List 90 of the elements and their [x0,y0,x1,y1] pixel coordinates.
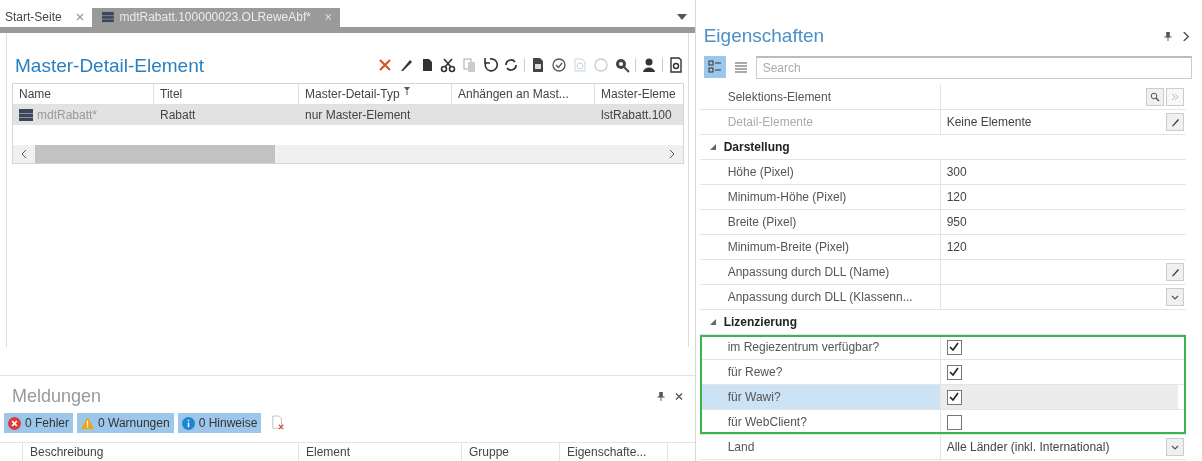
column-header[interactable]: Eigenschafte... [559,443,668,461]
property-name: Anpassung durch DLL (Klassenn... [699,285,941,309]
column-header[interactable]: Beschreibung [22,443,298,461]
filter-icon[interactable] [403,86,410,95]
property-value: 300 [946,165,967,179]
panel-title: Eigenschaften [703,25,825,47]
table-row[interactable]: mdtRabatt* Rabatt nur Master-Element lstRabatt.100 [13,104,683,125]
scroll-right-icon[interactable] [668,149,675,158]
filter-button[interactable]: 0 Hinweise [177,413,262,433]
info-icon [181,416,195,430]
property-name: Anpassung durch DLL (Name) [699,260,941,284]
categorized-view-button[interactable] [703,56,726,78]
expand-icon[interactable] [709,144,716,150]
error-icon [8,416,21,430]
delete-icon[interactable] [376,56,393,73]
property-value: Alle Länder (inkl. International) [946,440,1110,454]
category-label: Lizenzierung [723,315,797,329]
expand-icon[interactable] [709,319,716,325]
list-icon [733,60,748,74]
property-row[interactable]: im Regiezentrum verfügbar? [699,335,1186,360]
property-name: Selektions-Element [699,85,941,109]
property-row[interactable]: Anpassung durch DLL (Klassenn... [699,285,1186,310]
pen-icon [1169,267,1180,277]
check-circle-icon[interactable] [550,56,567,73]
table-cell: mdtRabatt* [13,104,154,125]
property-value: 120 [946,190,967,204]
double-chevron-icon [1169,92,1180,102]
table-cell: nur Master-Element [299,104,452,125]
scroll-left-icon[interactable] [21,149,27,158]
table-cell: Rabatt [154,104,299,125]
search-field[interactable]: Search [755,55,1192,79]
property-row[interactable]: Minimum-Höhe (Pixel) 120 [699,185,1186,210]
close-icon[interactable] [75,13,84,22]
column-header[interactable]: Gruppe [461,443,559,461]
property-row[interactable]: für Wawi? [699,385,1186,410]
property-row[interactable]: für WebClient? [699,410,1186,435]
categorized-icon [707,60,722,74]
property-name: Breite (Pixel) [699,210,941,234]
column-header[interactable]: Master-Eleme [595,83,683,104]
property-name: für WebClient? [699,410,941,434]
column-header[interactable]: Anhängen an Mast... [452,83,595,104]
column-header[interactable]: Titel [154,83,299,104]
property-name: für Wawi? [699,385,941,409]
property-name: für Rewe? [699,360,941,384]
property-row[interactable]: Selektions-Element [699,85,1186,110]
property-value: 950 [946,215,967,229]
property-row[interactable]: Höhe (Pixel) 300 [699,160,1186,185]
property-row[interactable]: Minimum-Breite (Pixel) 120 [699,235,1186,260]
horizontal-scrollbar[interactable] [13,144,683,163]
preview-icon[interactable] [667,56,684,73]
clear-document-icon[interactable] [271,415,286,431]
property-name: im Regiezentrum verfügbar? [699,335,941,359]
property-value: 120 [946,240,967,254]
table-icon [19,108,33,121]
panel-title: Master-Detail-Element [15,54,204,77]
property-name: Detail-Elemente [699,110,941,134]
property-name: Land [699,435,941,459]
refresh-icon[interactable] [502,56,519,73]
property-row[interactable]: Anpassung durch DLL (Name) [699,260,1186,285]
column-header[interactable]: Element [298,443,461,461]
property-row[interactable]: Breite (Pixel) 950 [699,210,1186,235]
category-label: Darstellung [723,140,790,154]
edit-button[interactable] [1165,263,1184,281]
search-settings-icon[interactable] [613,56,630,73]
property-name: Minimum-Höhe (Pixel) [699,185,941,209]
checkbox[interactable] [946,339,962,355]
filter-button[interactable]: 0 Fehler [4,413,74,433]
column-header[interactable]: Master-Detail-Typ [299,83,452,104]
property-row[interactable]: Land Alle Länder (inkl. International) [699,435,1186,460]
checkbox[interactable] [946,389,962,405]
checkbox[interactable] [946,414,962,430]
property-name: Minimum-Breite (Pixel) [699,235,941,259]
pen-icon [1169,117,1180,127]
checkbox[interactable] [946,364,962,380]
warning-icon [81,416,95,430]
property-value: Keine Elemente [946,115,1032,129]
panel-title: Meldungen [12,385,102,407]
chevron-right-icon[interactable] [1182,31,1190,41]
search-button[interactable] [1145,88,1164,106]
user-icon[interactable] [640,56,657,73]
cut-icon[interactable] [439,56,456,73]
undo-icon[interactable] [481,56,498,73]
search-icon [1149,92,1160,102]
filter-button[interactable]: 0 Warnungen [77,413,174,433]
dropdown-caret-icon[interactable] [676,14,687,21]
table-icon [101,11,114,24]
table-cell-text: lstRabatt.100 [600,106,673,124]
column-header[interactable]: Name [13,83,154,104]
property-name: Höhe (Pixel) [699,160,941,184]
close-icon[interactable] [674,391,683,401]
